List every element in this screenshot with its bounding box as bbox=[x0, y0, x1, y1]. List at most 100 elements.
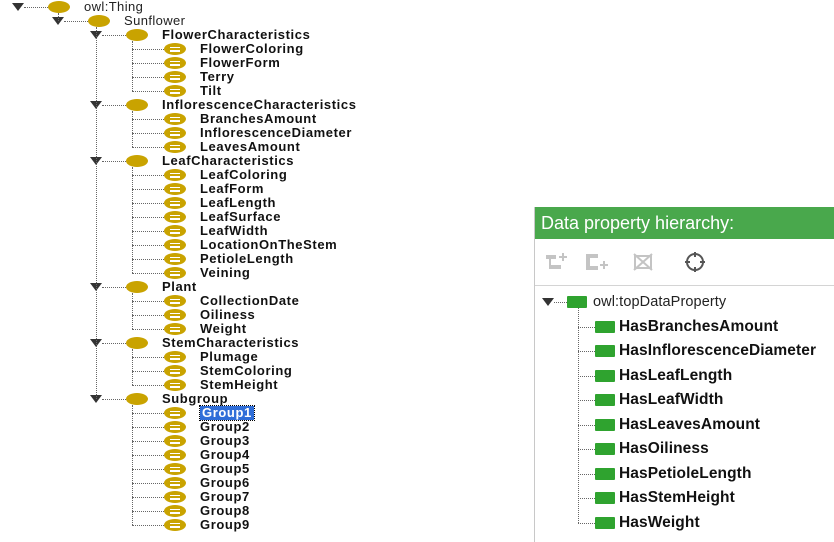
tree-connector-line bbox=[102, 287, 126, 288]
tree-node-item[interactable]: StemColoring bbox=[0, 364, 534, 378]
tree-node-item[interactable]: Weight bbox=[0, 322, 534, 336]
tree-node-item[interactable]: FlowerForm bbox=[0, 56, 534, 70]
tree-connector-line bbox=[96, 27, 97, 399]
tree-connector-line bbox=[102, 35, 126, 36]
tree-node-item[interactable]: Oiliness bbox=[0, 308, 534, 322]
tree-node-group-plant[interactable]: Plant bbox=[0, 280, 534, 294]
tree-node-group-subgroup[interactable]: Subgroup bbox=[0, 392, 534, 406]
class-hierarchy-tree: owl:Thing Sunflower FlowerCharacteristics F… bbox=[0, 0, 534, 542]
expand-toggle-icon[interactable] bbox=[542, 298, 554, 306]
tree-connector-line bbox=[132, 49, 164, 50]
tree-connector-line bbox=[132, 167, 133, 273]
tree-connector-line bbox=[578, 473, 595, 475]
class-icon bbox=[126, 99, 148, 111]
class-icon bbox=[164, 421, 186, 433]
tree-node-item[interactable]: LeafForm bbox=[0, 182, 534, 196]
class-label: LocationOnTheStem bbox=[200, 237, 338, 252]
tree-connector-line bbox=[132, 189, 164, 190]
tree-connector-line bbox=[132, 301, 164, 302]
tree-connector-line bbox=[132, 469, 164, 470]
tree-connector-line bbox=[132, 91, 164, 92]
class-label: Tilt bbox=[200, 83, 222, 98]
tree-node-item[interactable]: Group8 bbox=[0, 504, 534, 518]
tree-node-item[interactable]: CollectionDate bbox=[0, 294, 534, 308]
class-label: InflorescenceDiameter bbox=[200, 125, 353, 140]
class-icon bbox=[164, 295, 186, 307]
tree-node-group-inflorescencecharacteristics[interactable]: InflorescenceCharacteristics bbox=[0, 98, 534, 112]
tree-node-item[interactable]: Group6 bbox=[0, 476, 534, 490]
class-label: LeafLength bbox=[200, 195, 277, 210]
class-label: LeavesAmount bbox=[200, 139, 301, 154]
tree-connector-line bbox=[132, 455, 164, 456]
tree-connector-line bbox=[132, 385, 164, 386]
tree-node-item[interactable]: Group2 bbox=[0, 420, 534, 434]
class-label: LeafSurface bbox=[200, 209, 282, 224]
class-icon bbox=[164, 477, 186, 489]
class-icon bbox=[164, 225, 186, 237]
class-label: Oiliness bbox=[200, 307, 256, 322]
tree-connector-line bbox=[132, 259, 164, 260]
tree-connector-line bbox=[132, 293, 133, 329]
add-subproperty-icon[interactable] bbox=[543, 251, 571, 273]
tree-node-item[interactable]: Veining bbox=[0, 266, 534, 280]
class-icon bbox=[164, 71, 186, 83]
data-property-icon bbox=[595, 345, 615, 357]
tree-connector-line bbox=[132, 497, 164, 498]
class-label: Terry bbox=[200, 69, 235, 84]
tree-node-item[interactable]: BranchesAmount bbox=[0, 112, 534, 126]
tree-connector-line bbox=[578, 522, 595, 524]
tree-node-item[interactable]: Group7 bbox=[0, 490, 534, 504]
tree-node-group-leafcharacteristics[interactable]: LeafCharacteristics bbox=[0, 154, 534, 168]
tree-node-item[interactable]: Group1 bbox=[0, 405, 534, 421]
tree-node-item[interactable]: LeavesAmount bbox=[0, 140, 534, 154]
data-property-icon bbox=[595, 394, 615, 406]
tree-node-item[interactable]: InflorescenceDiameter bbox=[0, 126, 534, 140]
tree-node-group-flowercharacteristics[interactable]: FlowerCharacteristics bbox=[0, 28, 534, 42]
tree-node-item[interactable]: LeafLength bbox=[0, 196, 534, 210]
tree-node-item[interactable]: PetioleLength bbox=[0, 252, 534, 266]
data-property-label: owl:topDataProperty bbox=[593, 294, 727, 310]
tree-connector-line bbox=[132, 371, 164, 372]
class-icon bbox=[164, 85, 186, 97]
class-label: LeafWidth bbox=[200, 223, 269, 238]
tree-node-item[interactable]: Tilt bbox=[0, 84, 534, 98]
toolbar-divider bbox=[535, 285, 834, 286]
tree-node-item[interactable]: LeafColoring bbox=[0, 168, 534, 182]
tree-node-item[interactable]: LocationOnTheStem bbox=[0, 238, 534, 252]
delete-property-icon[interactable] bbox=[631, 251, 657, 273]
tree-node-item[interactable]: StemHeight bbox=[0, 378, 534, 392]
class-icon bbox=[164, 435, 186, 447]
class-label: Group6 bbox=[200, 475, 250, 490]
tree-node-owl-thing[interactable]: owl:Thing bbox=[0, 0, 534, 14]
tree-node-item[interactable]: FlowerColoring bbox=[0, 42, 534, 56]
tree-node-item[interactable]: Plumage bbox=[0, 350, 534, 364]
tree-node-item[interactable]: Group5 bbox=[0, 462, 534, 476]
data-property-label: HasWeight bbox=[619, 513, 700, 531]
tree-node-group-stemcharacteristics[interactable]: StemCharacteristics bbox=[0, 336, 534, 350]
class-icon bbox=[48, 1, 70, 13]
tree-node-item[interactable]: LeafSurface bbox=[0, 210, 534, 224]
tree-node-item[interactable]: Group9 bbox=[0, 518, 534, 532]
tree-connector-line bbox=[132, 217, 164, 218]
tree-node-item[interactable]: Group4 bbox=[0, 448, 534, 462]
tree-connector-line bbox=[132, 441, 164, 442]
tree-node-item[interactable]: Terry bbox=[0, 70, 534, 84]
locate-target-icon[interactable] bbox=[683, 251, 707, 273]
class-label: InflorescenceCharacteristics bbox=[162, 97, 357, 112]
expand-toggle-icon[interactable] bbox=[12, 3, 24, 11]
data-property-label: HasOiliness bbox=[619, 440, 709, 457]
tree-node-item[interactable]: Group3 bbox=[0, 434, 534, 448]
class-label: Group7 bbox=[200, 489, 250, 504]
class-icon bbox=[164, 323, 186, 335]
panel-toolbar bbox=[535, 239, 834, 285]
class-icon bbox=[126, 155, 148, 167]
add-sibling-property-icon[interactable] bbox=[583, 251, 611, 273]
class-icon bbox=[126, 337, 148, 349]
class-label: LeafForm bbox=[200, 181, 265, 196]
tree-connector-line bbox=[132, 525, 164, 526]
tree-node-item[interactable]: LeafWidth bbox=[0, 224, 534, 238]
tree-connector-line bbox=[132, 245, 164, 246]
tree-connector-line bbox=[102, 161, 126, 162]
tree-node-top-data-property[interactable]: owl:topDataProperty bbox=[535, 293, 834, 311]
class-label: Weight bbox=[200, 321, 247, 336]
